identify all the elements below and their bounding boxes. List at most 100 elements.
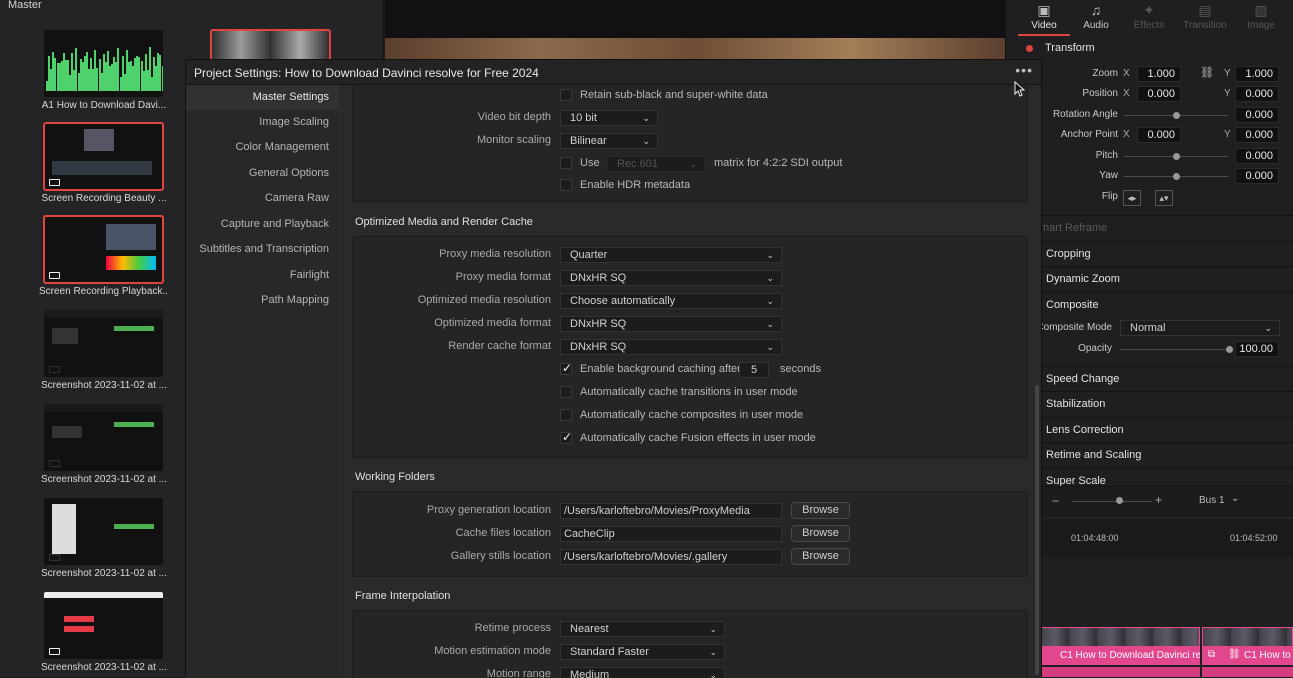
video-clip-thumbnails[interactable] (1202, 627, 1293, 647)
timeline-zoom-slider[interactable] (1072, 501, 1152, 502)
yaw-slider-knob[interactable] (1173, 173, 1180, 180)
position-y-field[interactable]: 0.000 (1235, 86, 1279, 102)
opacity-slider-knob[interactable] (1226, 346, 1233, 353)
screenshot-thumbnail[interactable] (44, 310, 163, 377)
browse-button[interactable]: Browse (791, 525, 850, 542)
rotation-slider-knob[interactable] (1173, 112, 1180, 119)
zoom-label: Zoom (1092, 68, 1118, 79)
gallery-stills-location-input[interactable]: /Users/karloftebro/Movies/.gallery (560, 549, 782, 565)
tab-effects[interactable]: ✦ Effects (1123, 0, 1175, 36)
stabilization-section[interactable]: Stabilization (1040, 391, 1293, 416)
clip-caption: Screen Recording Playback... (39, 286, 169, 297)
composite-mode-dropdown[interactable]: Normal ⌄ (1120, 320, 1280, 336)
audio-waveform-thumbnail[interactable] (44, 30, 163, 97)
zoom-in-icon[interactable]: + (1155, 493, 1162, 507)
optimized-media-resolution-label: Optimized media resolution (417, 294, 551, 306)
proxy-media-resolution-dropdown[interactable]: Quarter ⌄ (560, 247, 782, 263)
render-cache-format-dropdown[interactable]: DNxHR SQ ⌄ (560, 339, 782, 355)
transform-section-title[interactable]: Transform (1045, 42, 1095, 54)
video-clip-thumbnails[interactable] (1040, 627, 1200, 647)
screen-recording-thumbnail[interactable] (43, 215, 164, 284)
pitch-field[interactable]: 0.000 (1235, 148, 1279, 164)
cache-transitions-checkbox[interactable] (560, 386, 572, 398)
dynamic-zoom-section[interactable]: Dynamic Zoom (1040, 266, 1293, 291)
more-options-icon[interactable]: ••• (1015, 62, 1033, 78)
nav-subtitles-transcription[interactable]: Subtitles and Transcription (176, 237, 329, 262)
tab-video[interactable]: ▣ Video (1018, 0, 1070, 36)
link-icon[interactable]: ⛓ (1200, 66, 1214, 79)
enable-hdr-metadata-checkbox[interactable] (560, 179, 572, 191)
nav-general-options[interactable]: General Options (176, 161, 329, 186)
transform-enable-dot[interactable] (1026, 45, 1033, 52)
nav-fairlight[interactable]: Fairlight (176, 263, 329, 288)
nav-path-mapping[interactable]: Path Mapping (176, 288, 329, 313)
yaw-label: Yaw (1099, 170, 1118, 181)
cropping-section[interactable]: Cropping (1040, 241, 1293, 266)
anchor-x-field[interactable]: 0.000 (1137, 127, 1181, 143)
monitor-scaling-dropdown[interactable]: Bilinear ⌄ (560, 133, 658, 149)
clip-caption: Screenshot 2023-11-02 at ... (40, 568, 167, 579)
zoom-x-field[interactable]: 1.000 (1137, 66, 1181, 82)
video-thumbnail[interactable] (210, 29, 331, 61)
browse-button[interactable]: Browse (791, 548, 850, 565)
nav-camera-raw[interactable]: Camera Raw (176, 186, 329, 211)
pitch-slider-knob[interactable] (1173, 153, 1180, 160)
cache-composites-checkbox[interactable] (560, 409, 572, 421)
screen-recording-thumbnail[interactable] (43, 122, 164, 191)
speed-change-section[interactable]: Speed Change (1040, 366, 1293, 391)
tab-audio[interactable]: ♫ Audio (1070, 0, 1122, 36)
optimized-media-title: Optimized Media and Render Cache (355, 216, 533, 228)
nav-color-management[interactable]: Color Management (176, 135, 329, 160)
anchor-y-field[interactable]: 0.000 (1235, 127, 1279, 143)
tab-image[interactable]: ▨ Image (1235, 0, 1287, 36)
opacity-field[interactable]: 100.00 (1235, 341, 1279, 357)
motion-range-dropdown[interactable]: Medium ⌄ (560, 667, 725, 678)
timeline-zoom-knob[interactable] (1116, 497, 1123, 504)
super-scale-section[interactable]: Super Scale (1040, 468, 1293, 486)
timeline-ruler[interactable]: 01:04:48:00 01:04:52:00 (1040, 518, 1293, 556)
flip-horizontal-icon[interactable]: ◂▸ (1123, 190, 1141, 206)
lens-correction-section[interactable]: Lens Correction (1040, 417, 1293, 442)
cache-files-location-input[interactable]: CacheClip (560, 526, 782, 542)
working-folders-title: Working Folders (355, 471, 435, 483)
tab-transition[interactable]: ▤ Transition (1179, 0, 1231, 36)
zoom-out-icon[interactable]: − (1052, 494, 1059, 508)
nav-master-settings[interactable]: Master Settings (186, 85, 339, 110)
zoom-y-field[interactable]: 1.000 (1235, 66, 1279, 82)
browse-button[interactable]: Browse (791, 502, 850, 519)
dialog-title-bar[interactable]: Project Settings: How to Download Davinc… (186, 60, 1041, 85)
background-caching-seconds-input[interactable]: 5 (739, 362, 769, 378)
use-matrix-checkbox[interactable] (560, 157, 572, 169)
chevron-down-icon: ⌄ (766, 250, 774, 260)
composite-section[interactable]: Composite (1040, 292, 1293, 317)
proxy-media-format-dropdown[interactable]: DNxHR SQ ⌄ (560, 270, 782, 286)
optimized-media-resolution-dropdown[interactable]: Choose automatically ⌄ (560, 293, 782, 309)
timeline-clip[interactable]: C1 How to D (1202, 647, 1293, 665)
proxy-generation-location-input[interactable]: /Users/karloftebro/Movies/ProxyMedia (560, 503, 782, 519)
settings-scrollbar[interactable] (1035, 385, 1039, 675)
optimized-media-format-dropdown[interactable]: DNxHR SQ ⌄ (560, 316, 782, 332)
yaw-field[interactable]: 0.000 (1235, 168, 1279, 184)
retime-scaling-section[interactable]: Retime and Scaling (1040, 442, 1293, 467)
screenshot-thumbnail[interactable] (44, 498, 163, 565)
timeline-clip[interactable]: C1 How to Download Davinci res... (1040, 647, 1200, 665)
motion-estimation-mode-dropdown[interactable]: Standard Faster ⌄ (560, 644, 725, 660)
nav-capture-playback[interactable]: Capture and Playback (176, 212, 329, 237)
flip-vertical-icon[interactable]: ▴▾ (1155, 190, 1173, 206)
position-x-field[interactable]: 0.000 (1137, 86, 1181, 102)
smart-reframe-section[interactable]: mart Reframe (1040, 215, 1293, 240)
screenshot-thumbnail[interactable] (44, 592, 163, 659)
retime-process-dropdown[interactable]: Nearest ⌄ (560, 621, 725, 637)
chevron-down-icon: ⌄ (689, 159, 697, 169)
bus-selector[interactable]: Bus 1 (1199, 495, 1225, 506)
rotation-field[interactable]: 0.000 (1235, 107, 1279, 123)
background-caching-checkbox[interactable] (560, 361, 572, 375)
video-bit-depth-dropdown[interactable]: 10 bit ⌄ (560, 110, 658, 126)
screenshot-thumbnail[interactable] (44, 404, 163, 471)
opacity-slider[interactable] (1120, 349, 1230, 350)
matrix-dropdown[interactable]: Rec.601 ⌄ (607, 156, 705, 172)
chevron-down-icon[interactable]: ⌄ (1231, 493, 1239, 504)
retain-sub-black-checkbox[interactable] (560, 89, 572, 101)
cache-fusion-effects-checkbox[interactable] (560, 430, 572, 444)
nav-image-scaling[interactable]: Image Scaling (176, 110, 329, 135)
